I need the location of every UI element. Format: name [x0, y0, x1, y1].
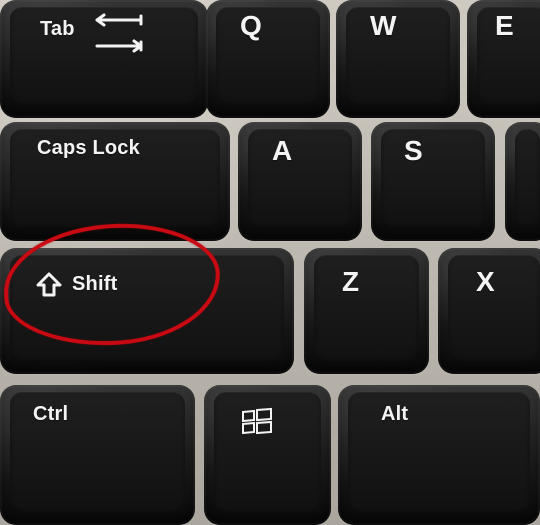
s-keycap	[381, 129, 485, 229]
x-key: X	[438, 248, 540, 374]
alt-key: Alt	[338, 385, 540, 525]
alt-label: Alt	[381, 403, 409, 425]
windows-key	[204, 385, 331, 525]
keyboard-photo: Tab Q W E Caps Lock A S Shift Z X Ctrl A…	[0, 0, 540, 525]
w-keycap	[346, 7, 450, 106]
a-key: A	[238, 122, 362, 241]
z-label: Z	[342, 266, 360, 297]
shift-arrow-icon	[36, 272, 62, 297]
x-label: X	[476, 266, 495, 297]
q-label: Q	[240, 10, 262, 41]
alt-keycap	[348, 392, 530, 513]
caps-lock-key: Caps Lock	[0, 122, 230, 241]
caps-lock-label: Caps Lock	[37, 137, 140, 159]
a-label: A	[272, 135, 293, 166]
ctrl-label: Ctrl	[33, 403, 69, 425]
tab-arrows-icon	[95, 13, 143, 53]
shift-key: Shift	[0, 248, 294, 374]
shift-label: Shift	[72, 273, 118, 295]
q-keycap	[216, 7, 320, 106]
windows-logo-icon	[242, 407, 272, 435]
w-key: W	[336, 0, 460, 118]
a-keycap	[248, 129, 352, 229]
e-label: E	[495, 10, 514, 41]
d-keycap-partial	[515, 129, 540, 229]
w-label: W	[370, 10, 397, 41]
s-key: S	[371, 122, 495, 241]
z-keycap	[314, 255, 419, 362]
d-key-partial	[505, 122, 540, 241]
q-key: Q	[206, 0, 330, 118]
tab-key: Tab	[0, 0, 208, 118]
ctrl-key: Ctrl	[0, 385, 195, 525]
e-key: E	[467, 0, 540, 118]
z-key: Z	[304, 248, 429, 374]
tab-label: Tab	[40, 18, 75, 40]
s-label: S	[404, 135, 423, 166]
